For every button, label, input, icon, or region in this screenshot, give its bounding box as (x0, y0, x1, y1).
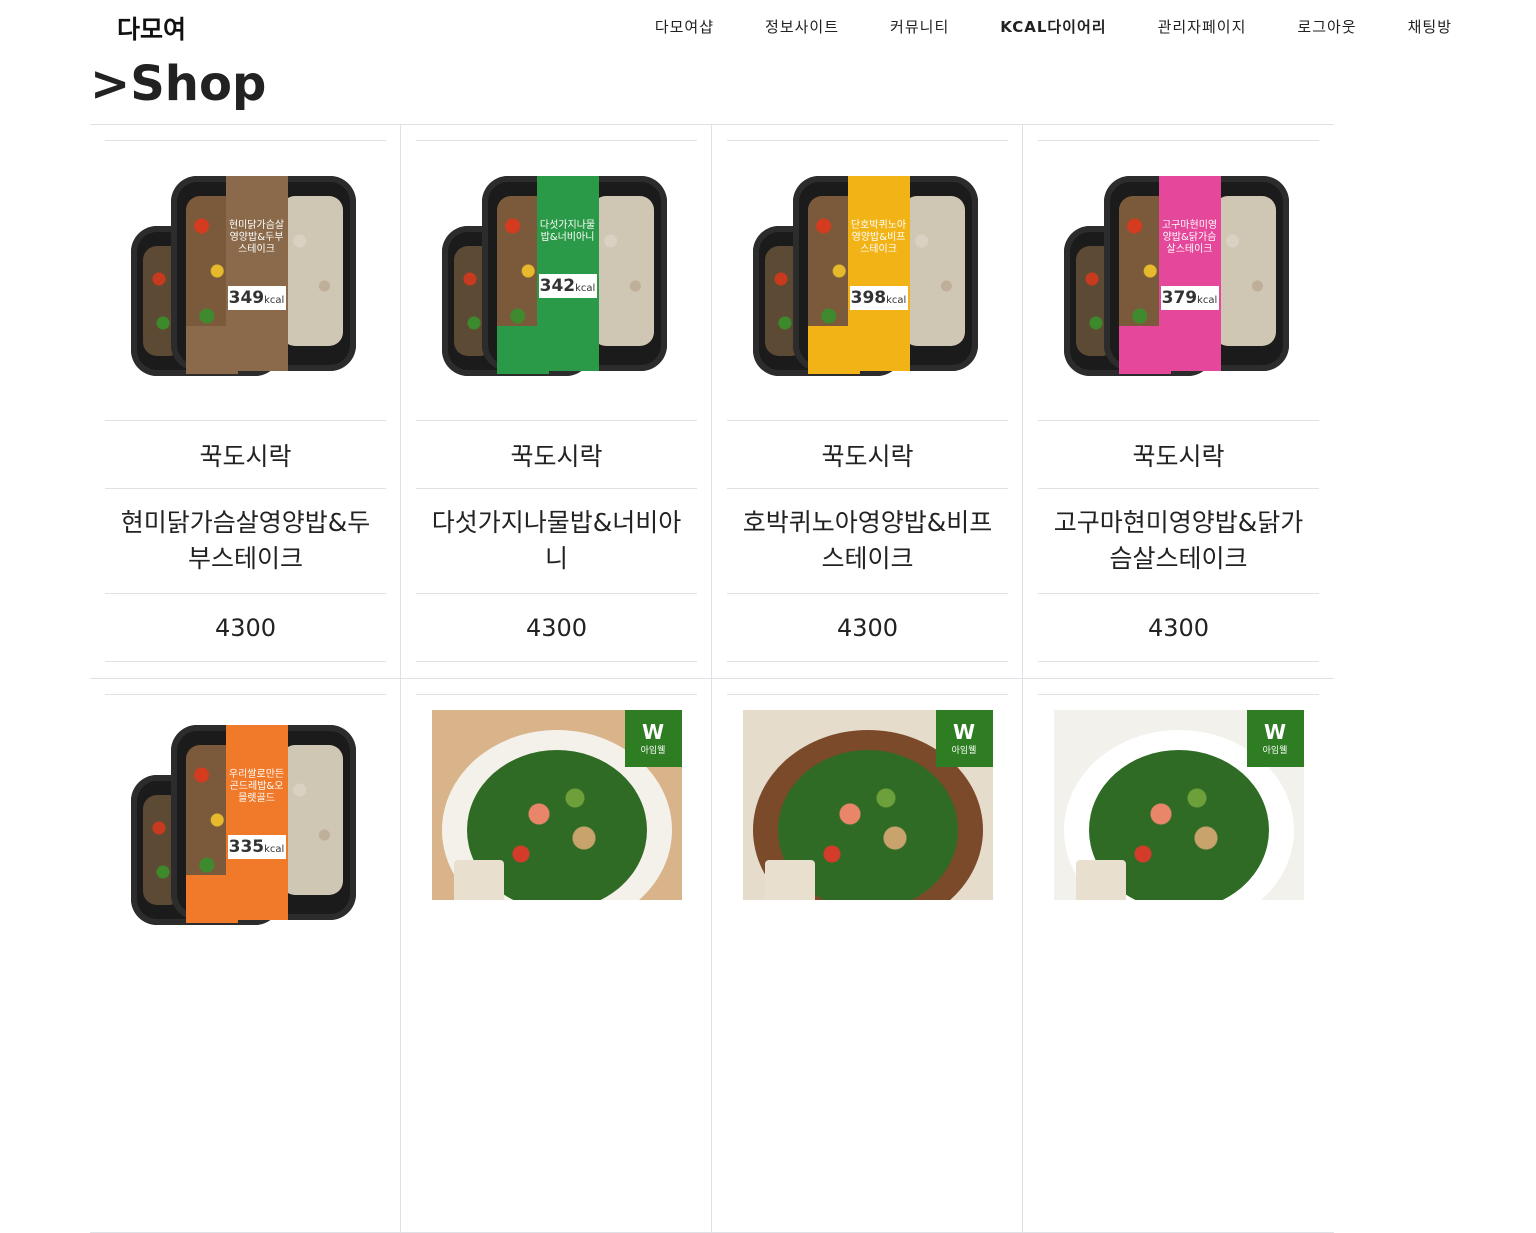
product-card[interactable]: W 아임웰 (1023, 679, 1334, 1233)
product-price: 4300 (416, 594, 697, 662)
product-image[interactable]: 현미닭가슴살영양밥&두부스테이크 349kcal (105, 141, 386, 421)
product-card[interactable]: 다섯가지나물밥&너비아니 342kcal 꾹도시락 다섯가지나물밥&너비아니 43… (401, 125, 712, 679)
package-label-back (185, 325, 238, 374)
food (280, 745, 343, 895)
lunchbox-photo: 단호박퀴노아영양밥&비프스테이크 398kcal (752, 175, 983, 386)
package-tag (1075, 860, 1126, 900)
brand-logo-icon: W (952, 720, 976, 744)
food (280, 195, 343, 346)
package-label-title: 우리쌀로만든곤드레밥&오믈렛골드 (228, 769, 285, 804)
nav-link-kcal-diary[interactable]: KCAL다이어리 (1000, 16, 1106, 37)
product-price: 4300 (727, 594, 1008, 662)
product-name[interactable]: 현미닭가슴살영양밥&두부스테이크 (105, 489, 386, 594)
kcal-badge: 335kcal (227, 835, 286, 859)
product-card[interactable]: 단호박퀴노아영양밥&비프스테이크 398kcal 꾹도시락 호박퀴노아영양밥&비프… (712, 125, 1023, 679)
brand-logo-icon: W (641, 720, 665, 744)
page-title: >Shop (90, 56, 267, 112)
product-grid: 현미닭가슴살영양밥&두부스테이크 349kcal 꾹도시락 현미닭가슴살영양밥&두… (90, 125, 1334, 1233)
lunchbox-photo: 우리쌀로만든곤드레밥&오믈렛골드 335kcal (130, 725, 361, 935)
kcal-value: 342 (539, 275, 576, 296)
package-label-back (1118, 325, 1171, 374)
lunchbox-photo: 다섯가지나물밥&너비아니 342kcal (441, 175, 672, 386)
product-image[interactable]: 우리쌀로만든곤드레밥&오믈렛골드 335kcal (105, 695, 386, 925)
product-card[interactable]: 현미닭가슴살영양밥&두부스테이크 349kcal 꾹도시락 현미닭가슴살영양밥&두… (90, 125, 401, 679)
brand-badge-label: 아임웰 (951, 746, 977, 756)
brand-logo-icon: W (1263, 720, 1287, 744)
nav-link-community[interactable]: 커뮤니티 (890, 16, 949, 37)
food (591, 195, 654, 346)
kcal-unit: kcal (264, 844, 285, 855)
kcal-badge: 379kcal (1160, 285, 1219, 310)
product-image[interactable]: 단호박퀴노아영양밥&비프스테이크 398kcal (727, 141, 1008, 421)
product-card[interactable]: W 아임웰 (401, 679, 712, 1233)
nav-link-logout[interactable]: 로그아웃 (1297, 16, 1356, 37)
kcal-unit: kcal (264, 294, 285, 306)
kcal-value: 379 (1161, 287, 1198, 308)
nav-link-chat[interactable]: 채팅방 (1408, 16, 1452, 37)
product-brand: 꾹도시락 (727, 421, 1008, 489)
brand-badge: W 아임웰 (935, 710, 993, 767)
product-image[interactable]: 고구마현미영양밥&닭가슴살스테이크 379kcal (1038, 141, 1319, 421)
salad-photo: W 아임웰 (1053, 710, 1304, 900)
nav-link-admin[interactable]: 관리자페이지 (1158, 16, 1247, 37)
nav-link-info[interactable]: 정보사이트 (765, 16, 839, 37)
product-card[interactable]: W 아임웰 (712, 679, 1023, 1233)
product-brand: 꾹도시락 (1038, 421, 1319, 489)
kcal-value: 349 (228, 287, 265, 308)
product-name[interactable]: 호박퀴노아영양밥&비프스테이크 (727, 489, 1008, 594)
brand-logo[interactable]: 다모여 (117, 10, 186, 46)
kcal-unit: kcal (1197, 294, 1218, 306)
kcal-value: 398 (850, 287, 887, 308)
food (902, 195, 965, 346)
brand-badge: W 아임웰 (1246, 710, 1304, 767)
package-label-title: 단호박퀴노아영양밥&비프스테이크 (850, 219, 907, 255)
product-card[interactable]: 고구마현미영양밥&닭가슴살스테이크 379kcal 꾹도시락 고구마현미영양밥&닭… (1023, 125, 1334, 679)
nav-link-shop[interactable]: 다모여샵 (655, 16, 714, 37)
package-tag (453, 860, 504, 900)
kcal-badge: 349kcal (227, 285, 286, 310)
lunchbox-photo: 고구마현미영양밥&닭가슴살스테이크 379kcal (1063, 175, 1294, 386)
kcal-badge: 342kcal (538, 273, 597, 298)
food (1213, 195, 1276, 346)
package-label-title: 다섯가지나물밥&너비아니 (539, 219, 596, 243)
product-name[interactable]: 고구마현미영양밥&닭가슴살스테이크 (1038, 489, 1319, 594)
kcal-badge: 398kcal (849, 285, 908, 310)
brand-badge-label: 아임웰 (1262, 746, 1288, 756)
product-image[interactable]: 다섯가지나물밥&너비아니 342kcal (416, 141, 697, 421)
product-card[interactable]: 우리쌀로만든곤드레밥&오믈렛골드 335kcal (90, 679, 401, 1233)
product-price: 4300 (1038, 594, 1319, 662)
kcal-unit: kcal (886, 294, 907, 306)
salad-photo: W 아임웰 (431, 710, 682, 900)
lunchbox-photo: 현미닭가슴살영양밥&두부스테이크 349kcal (130, 175, 361, 386)
package-label-title: 고구마현미영양밥&닭가슴살스테이크 (1161, 219, 1218, 255)
package-label-back (185, 875, 238, 923)
product-price: 4300 (105, 594, 386, 662)
package-tag (764, 860, 815, 900)
product-brand: 꾹도시락 (105, 421, 386, 489)
kcal-value: 335 (228, 837, 265, 857)
product-brand: 꾹도시락 (416, 421, 697, 489)
package-label-back (496, 325, 549, 374)
product-image[interactable]: W 아임웰 (727, 695, 1008, 915)
product-image[interactable]: W 아임웰 (416, 695, 697, 915)
package-label-title: 현미닭가슴살영양밥&두부스테이크 (228, 219, 285, 255)
salad-photo: W 아임웰 (742, 710, 993, 900)
product-name[interactable]: 다섯가지나물밥&너비아니 (416, 489, 697, 594)
nav-links: 다모여샵 정보사이트 커뮤니티 KCAL다이어리 관리자페이지 로그아웃 채팅방 (604, 16, 1452, 37)
navbar: 다모여 다모여샵 정보사이트 커뮤니티 KCAL다이어리 관리자페이지 로그아웃… (0, 0, 1536, 56)
brand-badge: W 아임웰 (624, 710, 682, 767)
package-label-back (807, 325, 860, 374)
brand-badge-label: 아임웰 (640, 746, 666, 756)
product-image[interactable]: W 아임웰 (1038, 695, 1319, 915)
kcal-unit: kcal (575, 282, 596, 294)
